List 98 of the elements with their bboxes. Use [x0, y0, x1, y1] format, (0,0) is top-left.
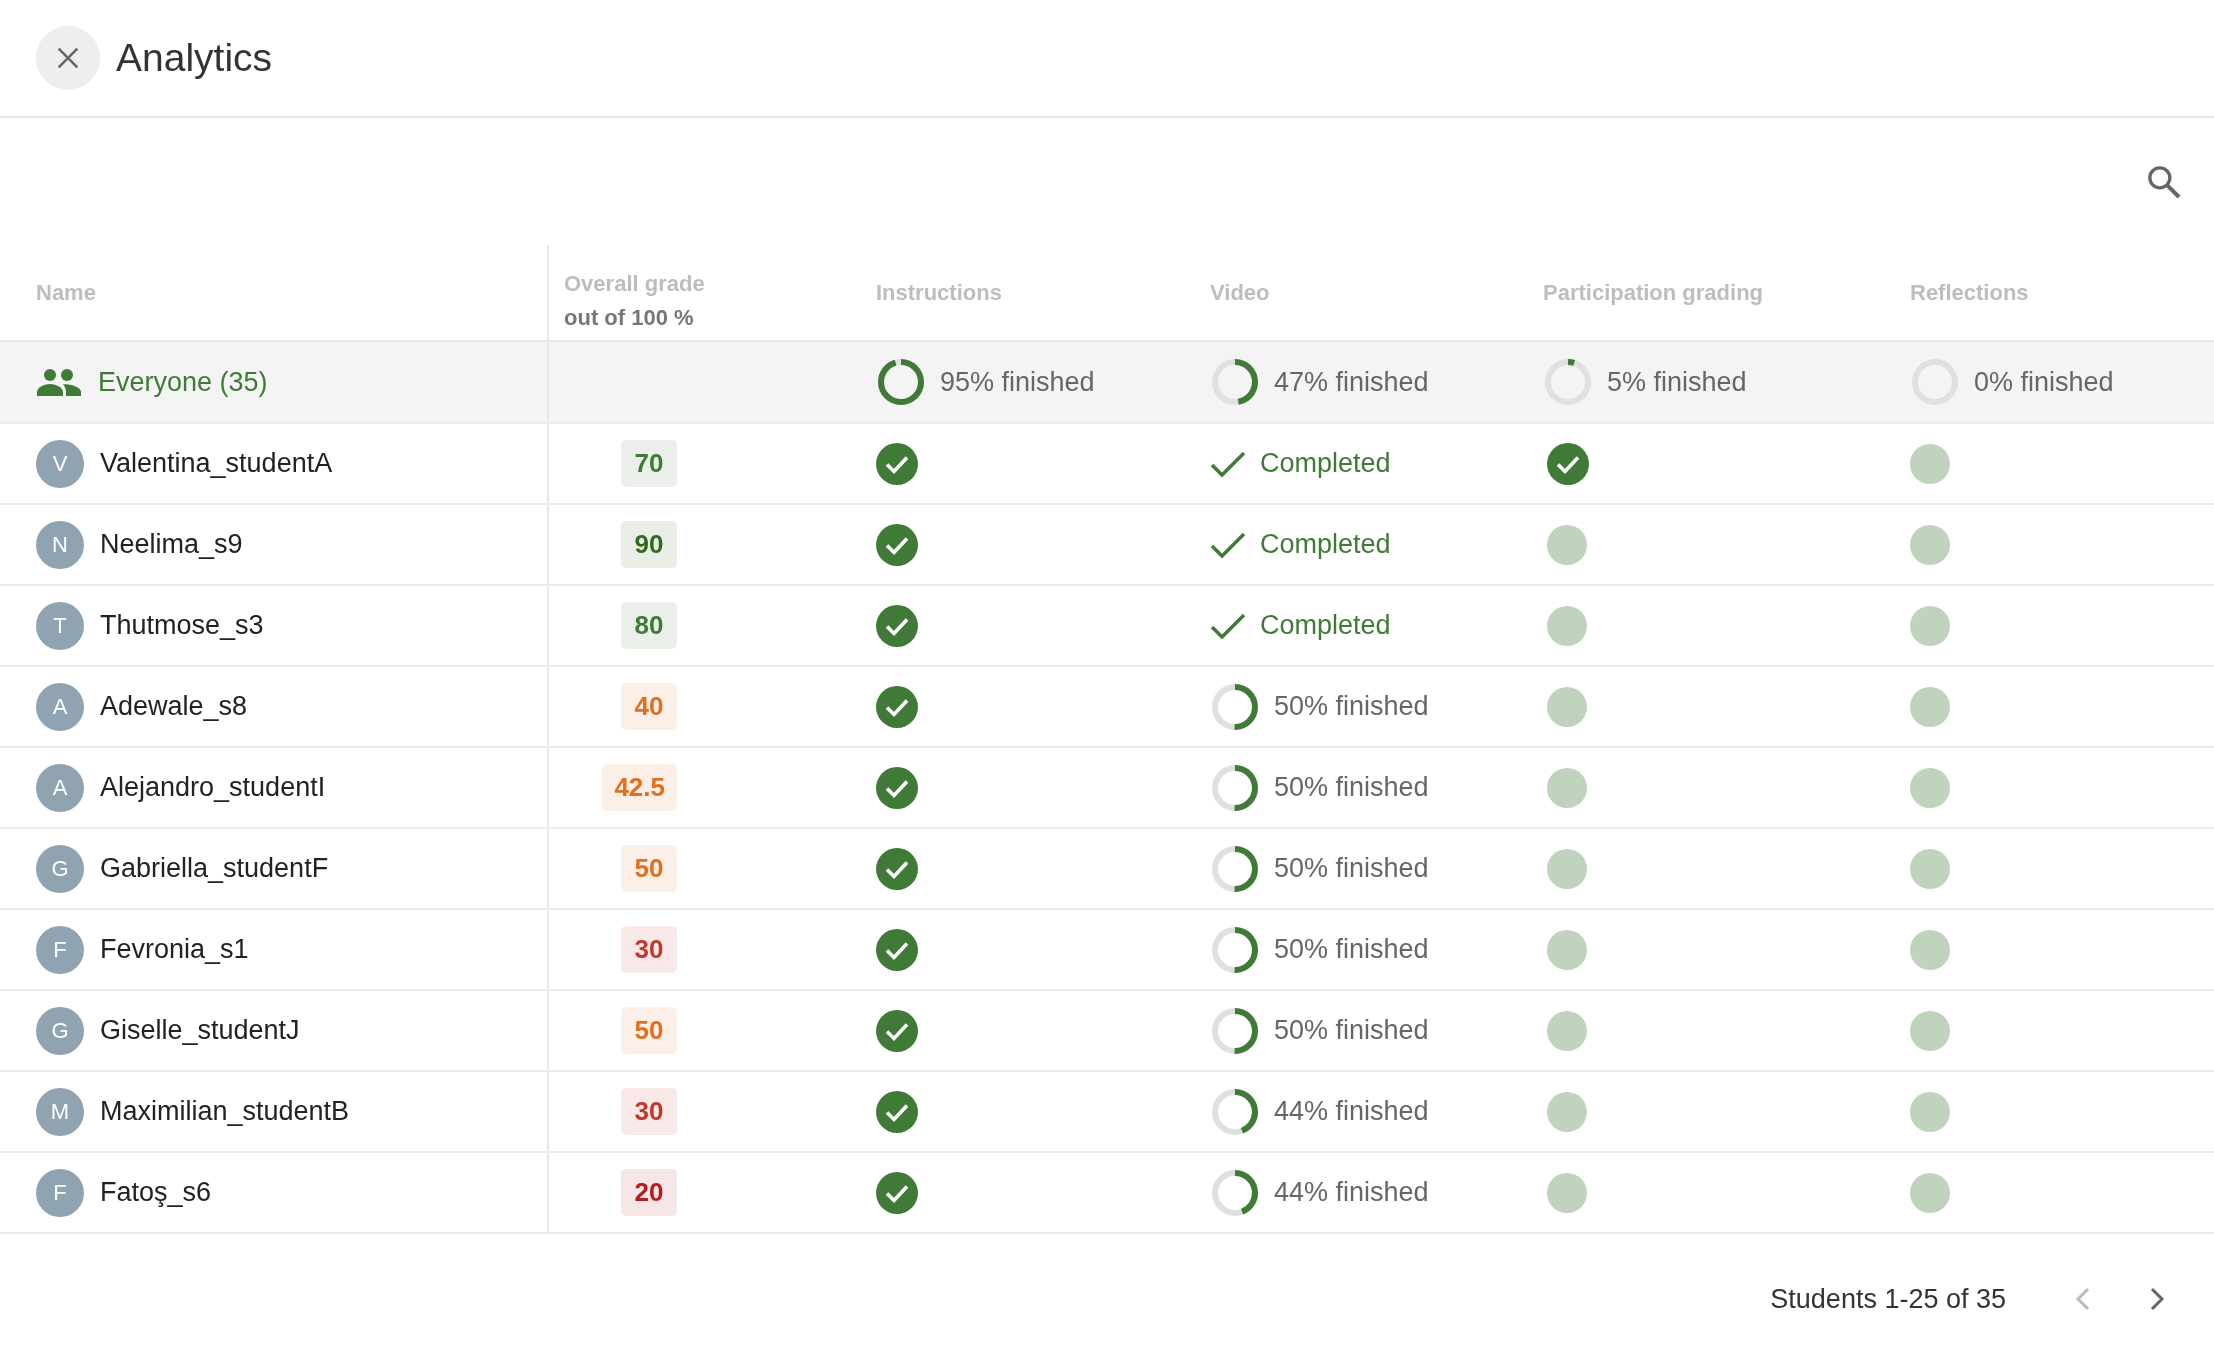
checkmark-icon — [1210, 449, 1246, 478]
check-circle-icon — [876, 1009, 918, 1052]
progress-text: 44% finished — [1274, 1096, 1429, 1127]
progress-ring — [1210, 762, 1260, 813]
student-name[interactable]: Maximilian_studentB — [100, 1096, 350, 1127]
grade-badge: 30 — [621, 1088, 677, 1135]
progress-ring — [1210, 924, 1260, 975]
progress-text: 50% finished — [1274, 1015, 1429, 1046]
check-circle-icon — [876, 442, 918, 485]
grade-badge: 30 — [621, 926, 677, 973]
grade-badge: 90 — [621, 521, 677, 568]
pending-dot — [1910, 929, 1950, 970]
progress-ring — [1210, 1005, 1260, 1056]
checkmark-icon — [1210, 530, 1246, 559]
pending-dot — [1547, 1172, 1587, 1213]
avatar: G — [36, 1006, 84, 1055]
column-header: Overall grade — [564, 270, 705, 297]
pending-dot — [1910, 1091, 1950, 1132]
check-circle-icon — [876, 928, 918, 971]
progress-ring — [1210, 1086, 1260, 1137]
status-text: Completed — [1260, 448, 1391, 479]
grade-badge: 50 — [621, 1007, 677, 1054]
progress-text: 50% finished — [1274, 691, 1429, 722]
progress-text: 95% finished — [940, 366, 1095, 398]
check-circle-icon — [876, 1090, 918, 1133]
pending-dot — [1547, 767, 1587, 808]
status-text: Completed — [1260, 610, 1391, 641]
group-name[interactable]: Everyone (35) — [98, 366, 268, 398]
progress-text: 50% finished — [1274, 934, 1429, 965]
grade-badge: 42.5 — [602, 764, 677, 811]
student-name[interactable]: Thutmose_s3 — [100, 610, 264, 641]
student-name[interactable]: Giselle_studentJ — [100, 1015, 300, 1046]
check-circle-icon — [876, 1171, 918, 1214]
avatar: G — [36, 844, 84, 893]
pending-dot — [1547, 686, 1587, 727]
pending-dot — [1910, 686, 1950, 727]
pending-dot — [1547, 1010, 1587, 1051]
progress-text: 50% finished — [1274, 853, 1429, 884]
student-name[interactable]: Neelima_s9 — [100, 529, 243, 560]
column-subheader: out of 100 % — [564, 304, 695, 331]
column-header: Video — [1210, 279, 1270, 306]
progress-ring — [1210, 1167, 1260, 1218]
pending-dot — [1547, 524, 1587, 565]
avatar: F — [36, 1168, 84, 1217]
column-header: Reflections — [1910, 279, 2029, 306]
student-name[interactable]: Valentina_studentA — [100, 448, 333, 479]
progress-ring — [1210, 681, 1260, 732]
pending-dot — [1910, 1010, 1950, 1051]
check-circle-icon — [1547, 442, 1589, 485]
pending-dot — [1547, 929, 1587, 970]
pending-dot — [1910, 605, 1950, 646]
column-header: Name — [36, 279, 96, 306]
pending-dot — [1547, 848, 1587, 889]
avatar: A — [36, 763, 84, 812]
pagination-label: Students 1-25 of 35 — [1770, 1283, 2006, 1315]
pending-dot — [1547, 605, 1587, 646]
grade-badge: 80 — [621, 602, 677, 649]
pending-dot — [1910, 524, 1950, 565]
pending-dot — [1910, 443, 1950, 484]
grade-badge: 70 — [621, 440, 677, 487]
grade-badge: 20 — [621, 1169, 677, 1216]
pending-dot — [1910, 1172, 1950, 1213]
pending-dot — [1910, 767, 1950, 808]
progress-text: 5% finished — [1607, 366, 1747, 398]
avatar: T — [36, 601, 84, 650]
avatar: V — [36, 439, 84, 488]
avatar: M — [36, 1087, 84, 1136]
avatar: A — [36, 682, 84, 731]
check-circle-icon — [876, 766, 918, 809]
progress-text: 44% finished — [1274, 1177, 1429, 1208]
check-circle-icon — [876, 847, 918, 890]
progress-ring — [1543, 357, 1593, 407]
pending-dot — [1547, 1091, 1587, 1132]
student-name[interactable]: Alejandro_studentI — [100, 772, 326, 803]
check-circle-icon — [876, 523, 918, 566]
avatar: N — [36, 520, 84, 569]
grade-badge: 50 — [621, 845, 677, 892]
student-name[interactable]: Adewale_s8 — [100, 691, 248, 722]
pending-dot — [1910, 848, 1950, 889]
status-text: Completed — [1260, 529, 1391, 560]
grade-badge: 40 — [621, 683, 677, 730]
avatar: F — [36, 925, 84, 974]
check-circle-icon — [876, 604, 918, 647]
progress-ring — [1210, 357, 1260, 407]
progress-text: 50% finished — [1274, 772, 1429, 803]
student-name[interactable]: Fatoş_s6 — [100, 1177, 212, 1208]
checkmark-icon — [1210, 611, 1246, 640]
column-header: Instructions — [876, 279, 1002, 306]
student-name[interactable]: Fevronia_s1 — [100, 934, 249, 965]
column-header: Participation grading — [1543, 279, 1764, 306]
check-circle-icon — [876, 685, 918, 728]
group-icon — [36, 367, 82, 397]
progress-text: 47% finished — [1274, 366, 1429, 398]
page-title: Analytics — [116, 36, 273, 80]
progress-ring — [876, 357, 926, 407]
progress-ring — [1210, 843, 1260, 894]
progress-text: 0% finished — [1974, 366, 2114, 398]
student-name[interactable]: Gabriella_studentF — [100, 853, 329, 884]
